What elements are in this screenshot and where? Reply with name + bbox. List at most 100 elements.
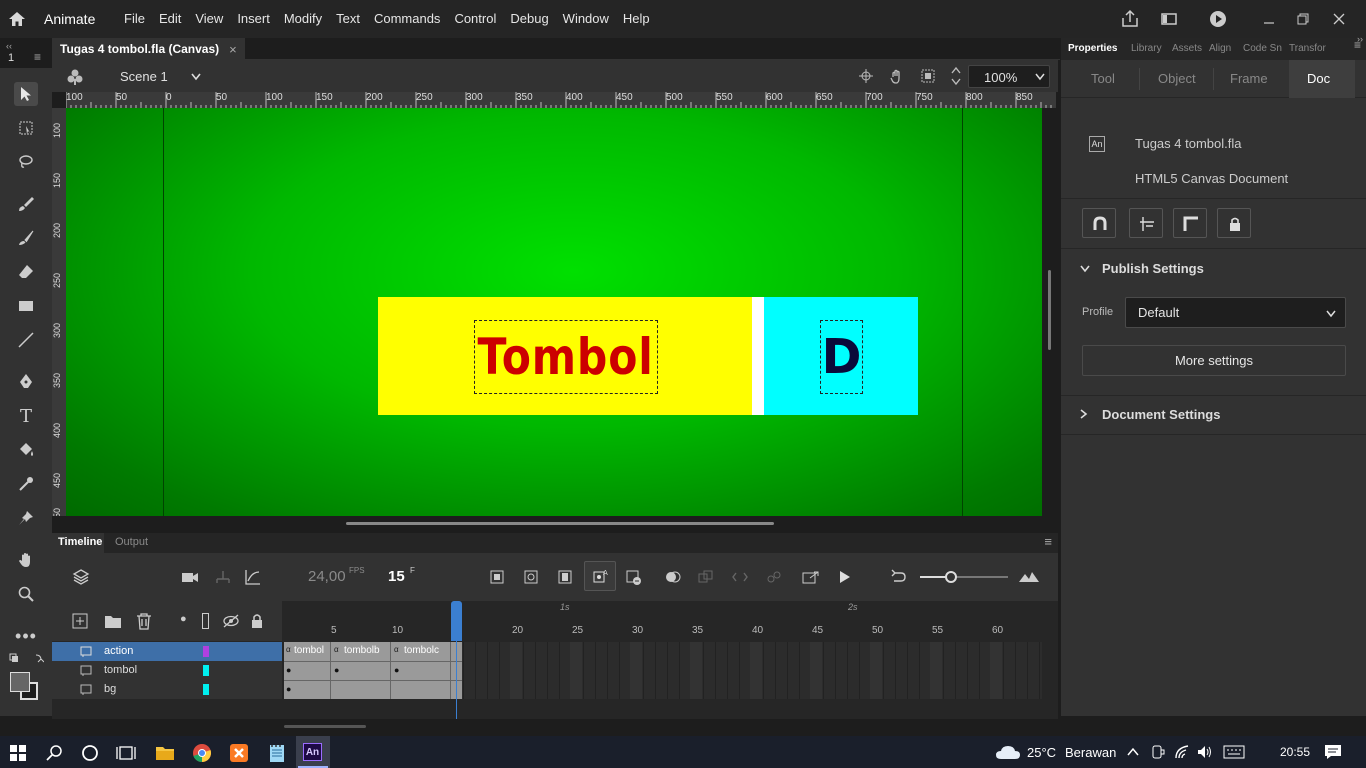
file-explorer-icon[interactable] (155, 744, 175, 762)
tween-icon[interactable] (766, 569, 782, 585)
paint-bucket-icon[interactable] (14, 438, 38, 462)
new-folder-icon[interactable] (104, 613, 122, 629)
restore-icon[interactable] (1296, 12, 1310, 26)
timeline-menu-icon[interactable]: ≡ (1044, 534, 1052, 549)
more-tools-icon[interactable]: ••• (14, 624, 38, 648)
current-frame[interactable]: 15 (388, 568, 405, 585)
layer-color-swatch[interactable] (203, 646, 209, 657)
workspace-icon[interactable] (1160, 10, 1178, 28)
layer-color-swatch[interactable] (203, 665, 209, 676)
minimize-icon[interactable] (1262, 12, 1276, 26)
eyedropper-icon[interactable] (14, 472, 38, 496)
swap-colors[interactable] (8, 652, 45, 666)
tab-properties[interactable]: Properties (1068, 43, 1117, 54)
camera-icon[interactable] (180, 569, 200, 585)
menu-view[interactable]: View (195, 11, 223, 26)
tombol-text-box[interactable]: Tombol (474, 320, 658, 394)
menu-control[interactable]: Control (454, 11, 496, 26)
notification-icon[interactable] (1324, 744, 1342, 760)
undo-icon[interactable] (890, 568, 908, 586)
layer-row-tombol[interactable]: tombol (52, 661, 282, 680)
insert-frame-icon[interactable] (558, 570, 572, 584)
subtab-tool[interactable]: Tool (1091, 71, 1115, 86)
menu-help[interactable]: Help (623, 11, 650, 26)
notepad-icon[interactable] (267, 743, 287, 763)
task-view-icon[interactable] (116, 744, 136, 762)
subtab-doc[interactable]: Doc (1289, 60, 1355, 98)
tab-code-snippets[interactable]: Code Sn (1243, 43, 1282, 54)
snap-button[interactable] (1082, 208, 1116, 238)
zoom-tool-icon[interactable] (14, 582, 38, 606)
subtab-object[interactable]: Object (1158, 71, 1196, 86)
tab-assets[interactable]: Assets (1172, 43, 1202, 54)
weather-temp[interactable]: 25°C (1027, 745, 1056, 760)
edit-multiple-frames-icon[interactable] (698, 569, 714, 585)
lock-all-icon[interactable] (250, 612, 264, 630)
layer-row-bg[interactable]: bg (52, 680, 282, 699)
rotation-tool-icon[interactable] (888, 68, 906, 86)
windows-start-icon[interactable] (10, 745, 26, 761)
close-icon[interactable] (1332, 12, 1346, 26)
chevron-down-icon[interactable] (190, 72, 202, 82)
hide-all-icon[interactable] (222, 613, 240, 629)
xampp-icon[interactable] (229, 743, 249, 763)
menu-modify[interactable]: Modify (284, 11, 322, 26)
lock-button[interactable] (1217, 208, 1251, 238)
layer-name[interactable]: tombol (104, 664, 137, 676)
document-tab[interactable]: Tugas 4 tombol.fla (Canvas) × (52, 38, 245, 60)
clip-content-icon[interactable] (920, 68, 936, 84)
chrome-icon[interactable] (192, 743, 212, 763)
layer-row-action[interactable]: action (52, 642, 282, 661)
cortana-icon[interactable] (81, 744, 99, 762)
parenting-icon[interactable] (214, 569, 232, 585)
rectangle-tool-icon[interactable] (14, 294, 38, 318)
profile-select[interactable]: Default (1125, 297, 1346, 328)
layer-color-swatch[interactable] (203, 684, 209, 695)
panel-collapse-icon[interactable]: ›› (1357, 34, 1363, 44)
new-layer-icon[interactable] (72, 613, 88, 629)
animate-taskbar-button[interactable]: An (296, 736, 330, 768)
menu-commands[interactable]: Commands (374, 11, 440, 26)
rulers-button[interactable] (1173, 208, 1207, 238)
d-text-box[interactable]: D (820, 320, 863, 394)
free-transform-icon[interactable] (14, 116, 38, 140)
output-tab[interactable]: Output (115, 536, 148, 548)
text-tool-icon[interactable]: T (14, 404, 38, 428)
guides-button[interactable] (1129, 208, 1163, 238)
delete-layer-icon[interactable] (136, 612, 152, 630)
fps-value[interactable]: 24,00 (308, 568, 346, 585)
subtab-frame[interactable]: Frame (1230, 71, 1268, 86)
frame-grid[interactable]: α tombol α tombolb α tombolc ● ● ● ● (284, 642, 1042, 699)
loop-icon[interactable] (732, 569, 748, 585)
weather-desc[interactable]: Berawan (1065, 745, 1116, 760)
color-swatches[interactable] (10, 672, 40, 702)
home-icon[interactable] (8, 10, 26, 28)
highlight-icon[interactable]: ● (180, 613, 187, 625)
clear-keyframe-icon[interactable] (626, 570, 642, 586)
stage-vscroll[interactable] (1042, 108, 1056, 518)
stage-canvas[interactable]: Tombol D (66, 108, 1042, 516)
menu-file[interactable]: File (124, 11, 145, 26)
playhead[interactable] (451, 601, 462, 641)
line-tool-icon[interactable] (14, 328, 38, 352)
brush-icon[interactable] (14, 226, 38, 250)
graph-icon[interactable] (244, 568, 262, 586)
tab-align[interactable]: Align (1209, 43, 1231, 54)
frame-size-thumb[interactable] (945, 571, 957, 583)
usb-icon[interactable] (1150, 744, 1166, 760)
pin-icon[interactable] (14, 506, 38, 530)
share-icon[interactable] (1120, 9, 1140, 29)
layer-name[interactable]: action (104, 645, 133, 657)
insert-keyframe-icon[interactable] (490, 570, 504, 584)
hand-tool-icon[interactable] (14, 548, 38, 572)
play-icon[interactable] (838, 569, 852, 585)
frame-size-large-icon[interactable] (1018, 568, 1040, 586)
stage-hscroll[interactable] (52, 516, 1042, 533)
layer-name[interactable]: bg (104, 683, 116, 695)
pen-tool-icon[interactable] (14, 370, 38, 394)
onion-skin-icon[interactable] (664, 569, 682, 585)
center-stage-icon[interactable] (858, 68, 874, 84)
tab-library[interactable]: Library (1131, 43, 1162, 54)
scene-label[interactable]: Scene 1 (120, 69, 168, 84)
layers-icon[interactable] (72, 568, 90, 586)
